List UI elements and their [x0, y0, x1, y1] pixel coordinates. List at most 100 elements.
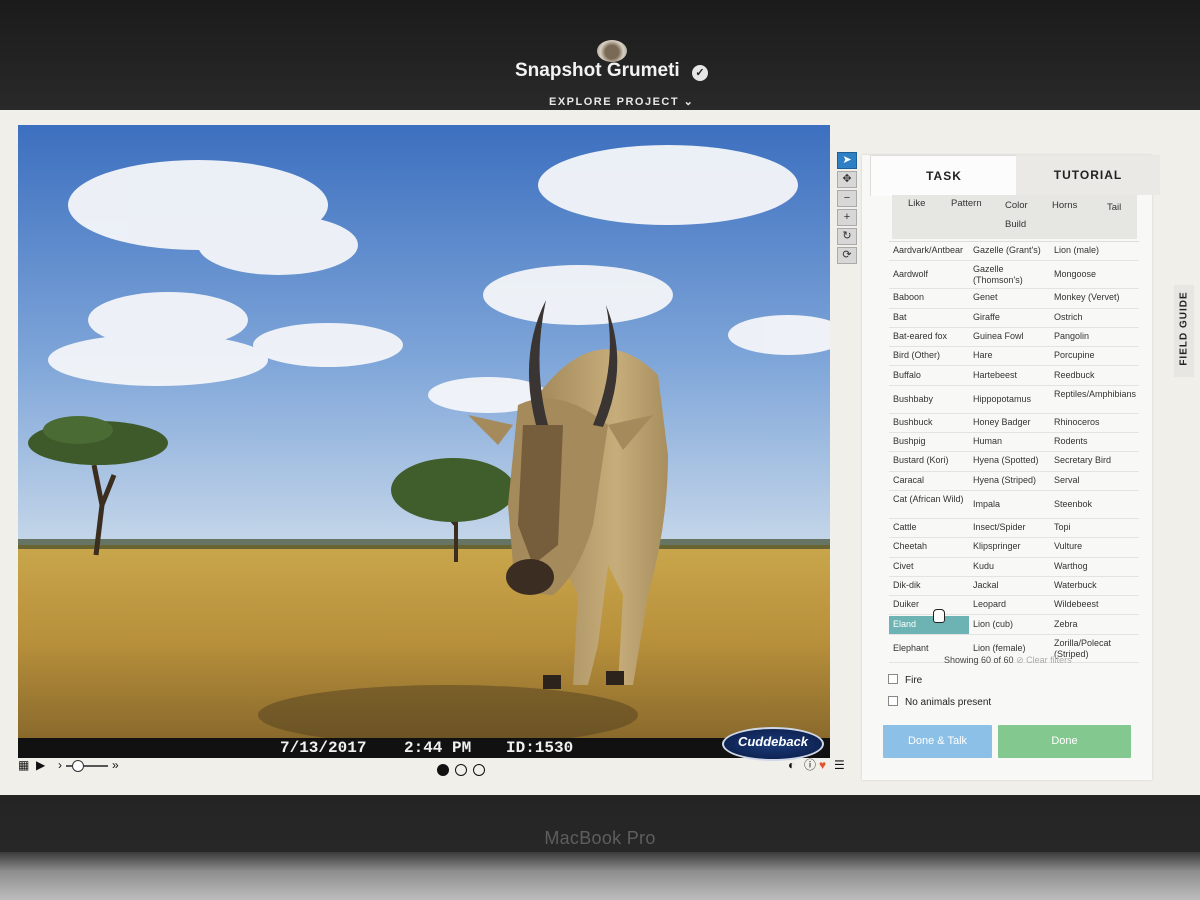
species-option[interactable]: Klipspringer — [969, 538, 1050, 558]
species-option[interactable]: Rodents — [1050, 433, 1139, 453]
species-option[interactable]: Bushpig — [889, 433, 969, 453]
species-option[interactable]: Cheetah — [889, 538, 969, 558]
hand-cursor-icon — [933, 609, 945, 623]
species-option[interactable]: Leopard — [969, 596, 1050, 616]
species-option[interactable]: Baboon — [889, 289, 969, 309]
species-option[interactable]: Aardwolf — [889, 261, 969, 290]
species-option[interactable]: Aardvark/Antbear — [889, 242, 969, 262]
species-option[interactable]: Insect/Spider — [969, 519, 1050, 539]
tab-tutorial[interactable]: TUTORIAL — [1016, 155, 1160, 195]
species-option[interactable]: Bushbaby — [889, 386, 969, 414]
species-option[interactable]: Genet — [969, 289, 1050, 309]
species-option[interactable]: Bat — [889, 309, 969, 328]
favorite-icon[interactable]: ♥ — [819, 758, 826, 772]
species-option[interactable]: Dik-dik — [889, 577, 969, 597]
image-datestamp-bar: 7/13/2017 2:44 PM ID:1530 — [18, 738, 830, 758]
species-option[interactable]: Hartebeest — [969, 367, 1050, 386]
species-option[interactable]: Gazelle (Thomson's) — [969, 261, 1050, 290]
species-option[interactable]: Kudu — [969, 558, 1050, 577]
species-option[interactable]: Warthog — [1050, 558, 1139, 577]
species-option[interactable]: Vulture — [1050, 538, 1139, 558]
slow-icon[interactable]: › — [58, 758, 62, 772]
subject-image[interactable] — [18, 125, 830, 738]
species-option[interactable]: Porcupine — [1050, 347, 1139, 367]
species-option[interactable]: Hyena (Spotted) — [969, 452, 1050, 472]
clear-filters-link[interactable]: ⊘ Clear filters — [1016, 655, 1072, 665]
move-icon[interactable]: ✥ — [837, 171, 857, 188]
collections-icon[interactable]: ☰ — [834, 758, 845, 772]
frame-selector — [437, 763, 491, 781]
done-button[interactable]: Done — [998, 725, 1131, 758]
species-option[interactable]: Impala — [969, 491, 1050, 519]
frame-dot-1[interactable] — [437, 764, 449, 776]
frame-dot-2[interactable] — [455, 764, 467, 776]
species-option[interactable]: Zebra — [1050, 616, 1139, 635]
filter-build[interactable]: Build — [1005, 219, 1026, 230]
species-option[interactable]: Secretary Bird — [1050, 452, 1139, 472]
filter-horns[interactable]: Horns — [1052, 200, 1077, 211]
project-avatar[interactable] — [597, 40, 627, 62]
frame-dot-3[interactable] — [473, 764, 485, 776]
species-option[interactable]: Hippopotamus — [969, 386, 1050, 414]
species-option[interactable]: Jackal — [969, 577, 1050, 597]
species-option[interactable]: Serval — [1050, 472, 1139, 491]
species-option[interactable]: Civet — [889, 558, 969, 577]
species-option[interactable]: Lion (male) — [1050, 242, 1139, 262]
species-option[interactable]: Human — [969, 433, 1050, 453]
tab-task[interactable]: TASK — [870, 155, 1018, 196]
info-icon[interactable]: ⓘ — [804, 758, 816, 772]
explore-project-menu[interactable]: EXPLORE PROJECT ⌄ — [549, 95, 694, 108]
speed-slider-knob[interactable] — [72, 760, 84, 772]
species-option[interactable]: Gazelle (Grant's) — [969, 242, 1050, 262]
species-option[interactable]: Cattle — [889, 519, 969, 539]
species-option[interactable]: Pangolin — [1050, 328, 1139, 348]
pointer-icon[interactable]: ➤ — [837, 152, 857, 169]
grid-icon[interactable]: ▦ — [18, 758, 29, 772]
species-option[interactable]: Cat (African Wild) — [889, 491, 969, 519]
fire-checkbox[interactable] — [888, 674, 898, 684]
species-option[interactable]: Steenbok — [1050, 491, 1139, 519]
fire-label: Fire — [905, 675, 923, 686]
species-option[interactable]: Duiker — [889, 596, 969, 616]
filter-color[interactable]: Color — [1005, 200, 1028, 211]
species-option[interactable]: Eland — [889, 615, 969, 635]
done-and-talk-button[interactable]: Done & Talk — [883, 725, 992, 758]
fire-option[interactable]: Fire — [888, 674, 922, 686]
no-animals-checkbox[interactable] — [888, 696, 898, 706]
project-title[interactable]: Snapshot Grumeti — [515, 60, 680, 82]
species-option[interactable]: Wildebeest — [1050, 596, 1139, 616]
species-option[interactable]: Bat-eared fox — [889, 328, 969, 348]
zoom-out-icon[interactable]: − — [837, 190, 857, 207]
species-option[interactable]: Guinea Fowl — [969, 328, 1050, 348]
species-option[interactable]: Buffalo — [889, 367, 969, 386]
no-animals-option[interactable]: No animals present — [888, 696, 991, 708]
species-option[interactable]: Hare — [969, 347, 1050, 367]
rotate-icon[interactable]: ↻ — [837, 228, 857, 245]
species-option[interactable]: Reedbuck — [1050, 367, 1139, 386]
species-option[interactable]: Hyena (Striped) — [969, 472, 1050, 491]
species-option[interactable]: Bushbuck — [889, 414, 969, 434]
species-option[interactable]: Ostrich — [1050, 309, 1139, 328]
reset-icon[interactable]: ⟳ — [837, 247, 857, 264]
play-icon[interactable]: ▶ — [36, 758, 45, 772]
species-option[interactable]: Rhinoceros — [1050, 414, 1139, 434]
filter-like[interactable]: Like — [908, 198, 925, 209]
invert-icon[interactable]: ◐ — [788, 758, 795, 772]
species-option[interactable]: Bustard (Kori) — [889, 452, 969, 472]
zoom-in-icon[interactable]: + — [837, 209, 857, 226]
species-option[interactable]: Honey Badger — [969, 414, 1050, 434]
species-option[interactable]: Lion (cub) — [969, 616, 1050, 635]
species-option[interactable]: Reptiles/Amphibians — [1050, 386, 1139, 414]
species-option[interactable]: Giraffe — [969, 309, 1050, 328]
species-option[interactable]: Waterbuck — [1050, 577, 1139, 597]
laptop-base — [0, 852, 1200, 900]
species-option[interactable]: Mongoose — [1050, 261, 1139, 290]
species-option[interactable]: Monkey (Vervet) — [1050, 289, 1139, 309]
species-option[interactable]: Topi — [1050, 519, 1139, 539]
filter-tail[interactable]: Tail — [1107, 202, 1121, 213]
species-option[interactable]: Bird (Other) — [889, 347, 969, 367]
species-option[interactable]: Caracal — [889, 472, 969, 491]
field-guide-tab[interactable]: FIELD GUIDE — [1174, 285, 1194, 377]
fast-icon[interactable]: » — [112, 758, 119, 772]
filter-pattern[interactable]: Pattern — [951, 198, 982, 209]
